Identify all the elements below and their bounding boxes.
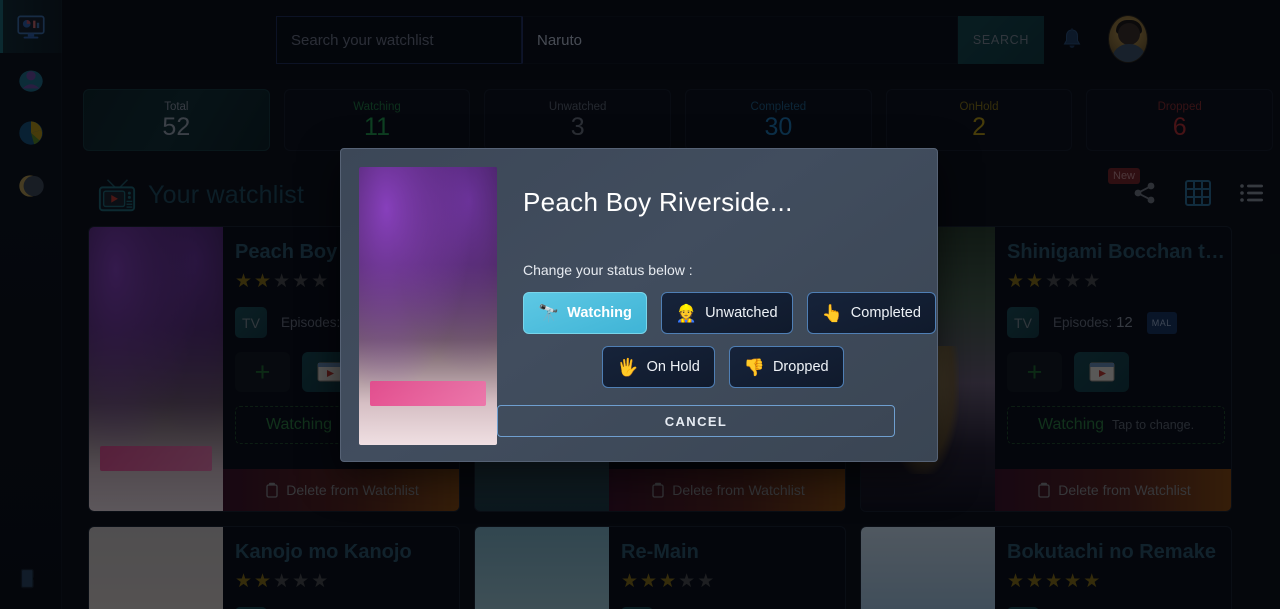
status-option-row: 🔭 Watching 👷 Unwatched 👆 Completed	[523, 292, 936, 334]
status-option-label: On Hold	[646, 359, 700, 375]
modal-content: Peach Boy Riverside... Change your statu…	[497, 167, 936, 443]
status-options: 🔭 Watching 👷 Unwatched 👆 Completed 🖐 On Hold 👎 Dr…	[523, 292, 936, 388]
status-option-unwatched[interactable]: 👷 Unwatched	[660, 292, 793, 334]
status-option-label: Watching	[567, 305, 632, 321]
status-option-dropped[interactable]: 👎 Dropped	[728, 346, 844, 388]
status-modal: Peach Boy Riverside... Change your statu…	[340, 148, 938, 462]
status-option-watching[interactable]: 🔭 Watching	[523, 292, 647, 334]
worker-icon: 👷	[675, 303, 698, 323]
cancel-button[interactable]: CANCEL	[497, 405, 895, 437]
thumbs-down-icon: 👎	[743, 357, 765, 377]
status-option-label: Dropped	[772, 359, 829, 375]
status-option-label: Completed	[850, 305, 921, 321]
modal-poster-art	[359, 167, 497, 445]
modal-poster	[359, 167, 497, 445]
status-option-on-hold[interactable]: 🖐 On Hold	[602, 346, 715, 388]
status-option-row: 🖐 On Hold 👎 Dropped	[523, 346, 923, 388]
status-option-label: Unwatched	[705, 305, 778, 321]
status-option-completed[interactable]: 👆 Completed	[806, 292, 936, 334]
modal-subtitle: Change your status below :	[523, 262, 693, 278]
point-up-icon: 👆	[821, 303, 843, 323]
modal-title: Peach Boy Riverside...	[523, 187, 793, 217]
raised-hand-icon: 🖐	[617, 357, 639, 377]
app-root: SEARCH Total52Watching11Unwatched3Comple…	[0, 0, 1280, 609]
binoculars-icon: 🔭	[538, 303, 560, 323]
